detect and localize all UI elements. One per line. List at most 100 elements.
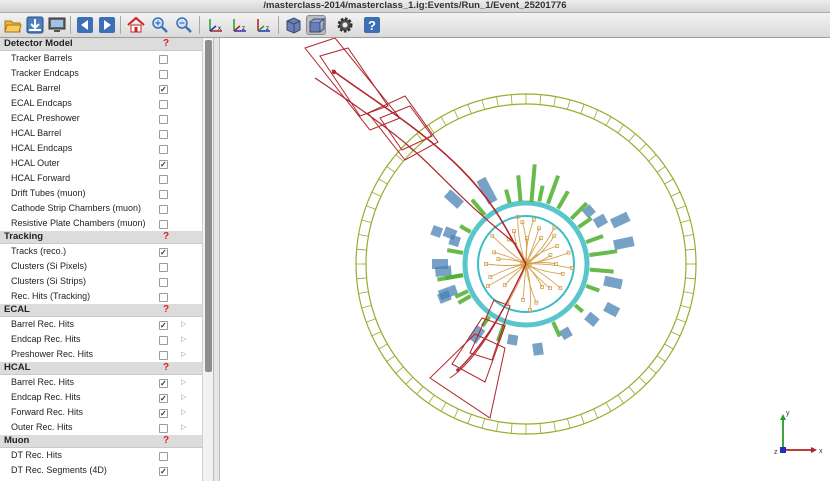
screenshot-button[interactable] — [47, 15, 67, 35]
visibility-checkbox[interactable] — [159, 175, 168, 184]
scrollbar-thumb[interactable] — [205, 40, 212, 372]
section-title: Tracking — [4, 231, 44, 242]
previous-event-button[interactable] — [75, 15, 95, 35]
view-xz-button[interactable]: z — [253, 15, 273, 35]
visibility-checkbox[interactable] — [159, 318, 168, 333]
expand-arrow-icon[interactable]: ▷ — [181, 317, 186, 332]
visibility-checkbox[interactable] — [159, 55, 168, 64]
help-icon[interactable]: ? — [163, 304, 169, 316]
zoom-out-icon — [176, 17, 192, 33]
tree-item: Clusters (Si Strips) — [0, 274, 202, 289]
view-yx-button[interactable]: x — [205, 15, 225, 35]
expand-arrow-icon[interactable]: ▷ — [181, 420, 186, 435]
arrow-right-icon — [99, 17, 115, 33]
hcal-hit — [603, 275, 623, 290]
expand-arrow-icon[interactable]: ▷ — [181, 405, 186, 420]
visibility-checkbox[interactable] — [159, 336, 168, 345]
ecal-hit — [546, 174, 561, 205]
visibility-checkbox[interactable] — [159, 100, 168, 109]
tree-item: Barrel Rec. Hits ▷ — [0, 317, 202, 333]
orthographic-button[interactable] — [306, 15, 326, 35]
help-icon[interactable]: ? — [163, 231, 169, 243]
visibility-checkbox[interactable] — [159, 424, 168, 433]
zoom-in-button[interactable] — [150, 15, 170, 35]
section-header-detector-model[interactable]: Detector Model? — [0, 38, 202, 51]
visibility-checkbox[interactable] — [159, 190, 168, 199]
section-header-ecal[interactable]: ECAL? — [0, 304, 202, 317]
home-view-button[interactable] — [126, 15, 146, 35]
help-icon[interactable]: ? — [163, 362, 169, 374]
visibility-checkbox[interactable] — [159, 464, 168, 479]
tree-item-label: Tracks (reco.) — [11, 246, 67, 256]
visibility-checkbox[interactable] — [159, 115, 168, 124]
perspective-button[interactable] — [283, 15, 303, 35]
expand-arrow-icon[interactable]: ▷ — [181, 375, 186, 390]
next-event-button[interactable] — [97, 15, 117, 35]
hcal-hit — [506, 334, 519, 346]
sidebar-scrollbar[interactable] — [202, 38, 213, 481]
section-title: Muon — [4, 435, 30, 446]
help-button[interactable]: ? — [362, 15, 382, 35]
visibility-checkbox[interactable] — [159, 406, 168, 421]
arrow-left-icon — [77, 17, 93, 33]
event-display-viewport[interactable]: y x z — [220, 38, 830, 481]
visibility-checkbox[interactable] — [159, 157, 168, 172]
expand-arrow-icon[interactable]: ▷ — [181, 390, 186, 405]
expand-arrow-icon[interactable]: ▷ — [181, 332, 186, 347]
zoom-out-button[interactable] — [174, 15, 194, 35]
help-icon[interactable]: ? — [163, 38, 169, 50]
view-yz-button[interactable]: z — [229, 15, 249, 35]
visibility-checkbox[interactable] — [159, 263, 168, 272]
visibility-checkbox[interactable] — [159, 293, 168, 302]
x-axis-arrow — [811, 447, 817, 453]
tree-item: Outer Rec. Hits ▷ — [0, 420, 202, 435]
tree-item-label: Preshower Rec. Hits — [11, 349, 94, 359]
ecal-hit — [459, 224, 472, 234]
tree-item: ECAL Preshower — [0, 111, 202, 126]
visibility-checkbox[interactable] — [159, 278, 168, 287]
visibility-checkbox[interactable] — [159, 452, 168, 461]
hcal-segment — [670, 331, 681, 337]
tree-item: Cathode Strip Chambers (muon) — [0, 201, 202, 216]
section-header-tracking[interactable]: Tracking? — [0, 231, 202, 244]
open-file-button[interactable] — [3, 15, 23, 35]
ecal-hit — [529, 164, 537, 203]
tree-item-label: Outer Rec. Hits — [11, 422, 73, 432]
tree-item-label: Endcap Rec. Hits — [11, 392, 81, 402]
section-header-muon[interactable]: Muon? — [0, 435, 202, 448]
visibility-checkbox[interactable] — [159, 220, 168, 229]
muon-chamber — [319, 47, 389, 117]
visibility-checkbox[interactable] — [159, 145, 168, 154]
hcal-segment — [605, 402, 612, 412]
section-header-hcal[interactable]: HCAL? — [0, 362, 202, 375]
visibility-checkbox[interactable] — [159, 376, 168, 391]
hcal-hit — [592, 213, 609, 229]
visibility-checkbox[interactable] — [159, 205, 168, 214]
y-axis-label: y — [786, 410, 790, 417]
hcal-segment — [405, 376, 414, 385]
track-end-marker — [540, 285, 544, 289]
visibility-checkbox[interactable] — [159, 391, 168, 406]
help-icon[interactable]: ? — [163, 435, 169, 447]
hcal-segment — [605, 116, 612, 126]
muon-hit — [331, 69, 337, 75]
visibility-checkbox[interactable] — [159, 245, 168, 260]
visibility-checkbox[interactable] — [159, 82, 168, 97]
hcal-segment — [593, 408, 599, 419]
hcal-segment — [467, 104, 472, 114]
visibility-checkbox[interactable] — [159, 70, 168, 79]
track — [525, 263, 561, 289]
open-url-button[interactable] — [25, 15, 45, 35]
panel-splitter[interactable] — [213, 38, 220, 481]
hcal-segment — [676, 205, 686, 210]
expand-arrow-icon[interactable]: ▷ — [181, 347, 186, 362]
visibility-checkbox[interactable] — [159, 130, 168, 139]
settings-button[interactable] — [335, 15, 355, 35]
hcal-segment — [638, 376, 647, 385]
home-icon — [127, 16, 145, 33]
ecal-hit — [589, 249, 618, 258]
hcal-segment — [378, 343, 388, 350]
monitor-icon — [48, 17, 66, 32]
visibility-checkbox[interactable] — [159, 351, 168, 360]
gear-icon — [337, 17, 353, 33]
